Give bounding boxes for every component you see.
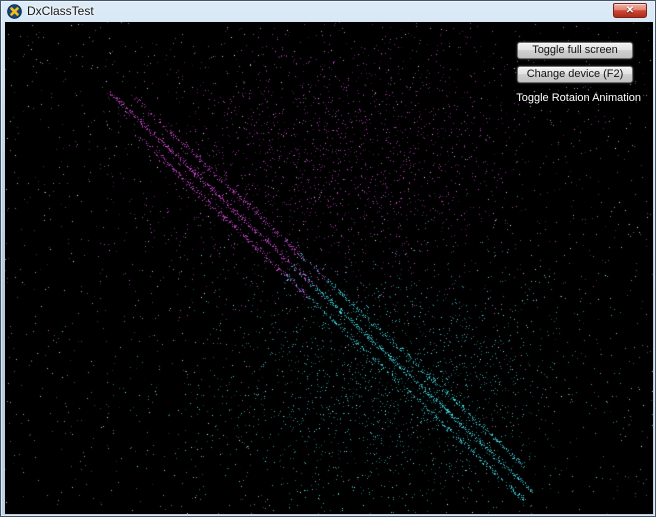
render-area: Toggle full screen Change device (F2) To…	[5, 22, 653, 514]
close-icon: ✕	[625, 4, 635, 16]
titlebar[interactable]: DxClassTest ✕	[1, 1, 655, 22]
close-button[interactable]: ✕	[613, 3, 647, 18]
change-device-button[interactable]: Change device (F2)	[517, 66, 633, 83]
directx-app-icon[interactable]	[7, 4, 22, 19]
app-window: DxClassTest ✕ Toggle full screen Change …	[0, 0, 656, 517]
toggle-rotation-button[interactable]: Toggle Rotaion Animation	[516, 92, 641, 104]
toggle-fullscreen-button[interactable]: Toggle full screen	[517, 42, 633, 59]
window-title: DxClassTest	[27, 4, 94, 18]
